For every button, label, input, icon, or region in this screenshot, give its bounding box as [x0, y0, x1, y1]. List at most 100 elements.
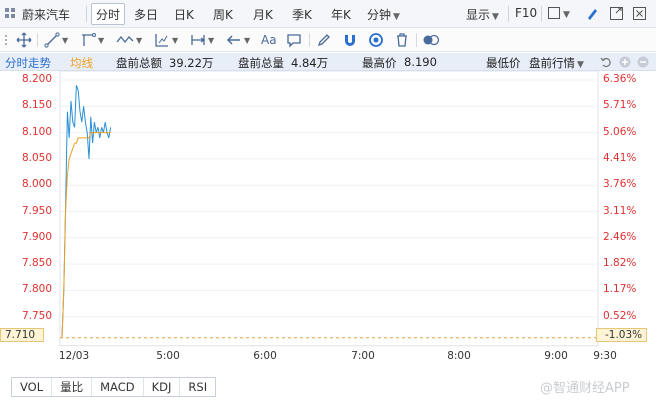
intraday-chart[interactable]: 8.200 8.150 8.100 8.050 8.000 7.950 7.900 7.850… — [0, 71, 656, 376]
pen-tool-button[interactable] — [316, 31, 332, 49]
chevron-down-icon: ▼ — [172, 35, 179, 45]
divider — [416, 33, 417, 47]
premarket-volume-value: 4.84万 — [291, 56, 329, 70]
comment-tool-button[interactable] — [286, 31, 302, 49]
indicator-tab-macd[interactable]: MACD — [92, 378, 144, 396]
period-tab-year[interactable]: 年K — [331, 6, 351, 23]
time-tick-label: 6:00 — [253, 349, 277, 362]
measure-tool-button[interactable]: ▼ — [154, 31, 178, 49]
period-tab-week[interactable]: 周K — [213, 6, 233, 23]
percent-tick-label: 1.17% — [603, 283, 637, 296]
price-tick-label: 7.900 — [21, 230, 52, 243]
delete-tool-button[interactable] — [394, 31, 410, 49]
toggle-tool-button[interactable] — [422, 31, 440, 49]
divider — [86, 6, 87, 22]
text-tool-button[interactable]: Aa — [261, 31, 277, 49]
price-tick-label: 8.100 — [21, 125, 52, 138]
grid-menu-icon[interactable] — [5, 8, 16, 19]
chevron-down-icon: ▼ — [244, 35, 251, 45]
toggle-icon — [423, 34, 440, 46]
minute-label: 分钟 — [367, 8, 392, 22]
chart-canvas[interactable] — [0, 71, 656, 376]
display-label: 显示 — [466, 8, 491, 22]
prev-close-pct-tag: -1.03% — [596, 328, 648, 342]
magnet-tool-button[interactable] — [342, 31, 358, 49]
magnet-icon — [345, 35, 355, 46]
indicator-tab-kdj[interactable]: KDJ — [144, 378, 181, 396]
wave-tool-button[interactable]: ▼ — [116, 31, 142, 49]
range-tool-button[interactable]: ▼ — [190, 31, 214, 49]
time-tick-label: 9:30 — [593, 349, 617, 362]
chevron-down-icon: ▼ — [136, 35, 143, 45]
indicator-tab-rsi[interactable]: RSI — [180, 378, 215, 396]
display-dropdown[interactable]: 显示 ▼ — [466, 6, 499, 23]
divider — [541, 6, 542, 22]
line-tool-button[interactable]: ▼ — [44, 31, 68, 49]
divider — [508, 6, 509, 22]
eye-icon — [369, 33, 383, 47]
chart-measure-icon — [155, 34, 168, 47]
close-icon[interactable] — [633, 7, 646, 20]
move-tool-button[interactable] — [16, 31, 32, 49]
price-tick-label: 8.000 — [21, 178, 52, 191]
market-mode-dropdown[interactable]: 盘前行情 ▼ — [529, 55, 584, 71]
undo-icon[interactable] — [600, 56, 612, 68]
indicator-tabs: VOL 量比 MACD KDJ RSI — [11, 377, 217, 397]
comment-icon — [287, 34, 301, 48]
checkbox-dropdown[interactable]: ▼ — [548, 6, 570, 20]
top-bar: 蔚来汽车 分时 多日 日K 周K 月K 季K 年K 分钟 ▼ 显示 ▼ F10 ▼ — [0, 0, 656, 28]
price-tick-label: 8.150 — [21, 99, 52, 112]
percent-tick-label: 4.41% — [603, 151, 637, 164]
time-tick-label: 7:00 — [351, 349, 375, 362]
chevron-down-icon: ▼ — [393, 12, 400, 22]
drawing-toolbar: ▼ ▼ ▼ ▼ ▼ ▼ Aa — [0, 28, 656, 52]
chevron-down-icon: ▼ — [62, 35, 69, 45]
stock-name[interactable]: 蔚来汽车 — [22, 6, 70, 23]
price-tick-label: 7.950 — [21, 204, 52, 217]
time-tick-label: 8:00 — [447, 349, 471, 362]
percent-tick-label: 5.06% — [603, 125, 637, 138]
channel-draw-icon — [82, 33, 96, 46]
period-tab-day[interactable]: 日K — [174, 6, 194, 23]
average-line — [61, 132, 111, 338]
wave-draw-icon — [116, 35, 134, 44]
period-tab-minute[interactable]: 分钟 ▼ — [367, 6, 400, 23]
trash-icon — [397, 33, 407, 47]
prev-close-tag: 7.710 — [0, 328, 45, 342]
zoom-out-icon[interactable] — [637, 56, 649, 68]
price-tick-label: 7.750 — [21, 309, 52, 322]
indicator-tab-vol[interactable]: VOL — [12, 378, 53, 396]
chevron-down-icon: ▼ — [563, 10, 570, 20]
high-price-label: 最高价 — [362, 56, 397, 70]
price-tick-label: 8.050 — [21, 151, 52, 164]
indicator-tab-volume-ratio[interactable]: 量比 — [52, 378, 93, 396]
brush-icon[interactable] — [585, 7, 599, 21]
intraday-tab-label[interactable]: 分时走势 — [5, 55, 51, 71]
pencil-icon — [317, 34, 330, 47]
f10-button[interactable]: F10 — [515, 6, 537, 20]
period-tab-intraday[interactable]: 分时 — [96, 6, 120, 23]
premarket-amount-value: 39.22万 — [169, 56, 214, 70]
line-draw-icon — [44, 32, 60, 48]
chevron-down-icon: ▼ — [98, 35, 105, 45]
time-tick-label: 9:00 — [544, 349, 568, 362]
percent-tick-label: 5.71% — [603, 99, 637, 112]
divider — [37, 33, 38, 47]
channel-tool-button[interactable]: ▼ — [80, 31, 104, 49]
percent-tick-label: 1.82% — [603, 257, 637, 270]
price-tick-label: 8.200 — [21, 73, 52, 85]
premarket-amount-label: 盘前总额 — [116, 56, 162, 70]
period-tab-month[interactable]: 月K — [253, 6, 273, 23]
period-tab-multiday[interactable]: 多日 — [134, 6, 158, 23]
period-tab-quarter[interactable]: 季K — [292, 6, 312, 23]
visibility-tool-button[interactable] — [368, 31, 384, 49]
zoom-in-icon[interactable] — [619, 56, 631, 68]
info-bar: 分时走势 均线 盘前总额 39.22万 盘前总量 4.84万 最高价 8.190… — [0, 53, 656, 71]
window-icon[interactable] — [610, 7, 623, 20]
chevron-down-icon: ▼ — [492, 12, 499, 22]
watermark: @智通财经APP — [540, 381, 630, 396]
checkbox-icon — [548, 7, 560, 19]
arrow-tool-button[interactable]: ▼ — [226, 31, 250, 49]
premarket-volume-label: 盘前总量 — [238, 56, 284, 70]
time-tick-label: 12/03 — [58, 349, 90, 362]
